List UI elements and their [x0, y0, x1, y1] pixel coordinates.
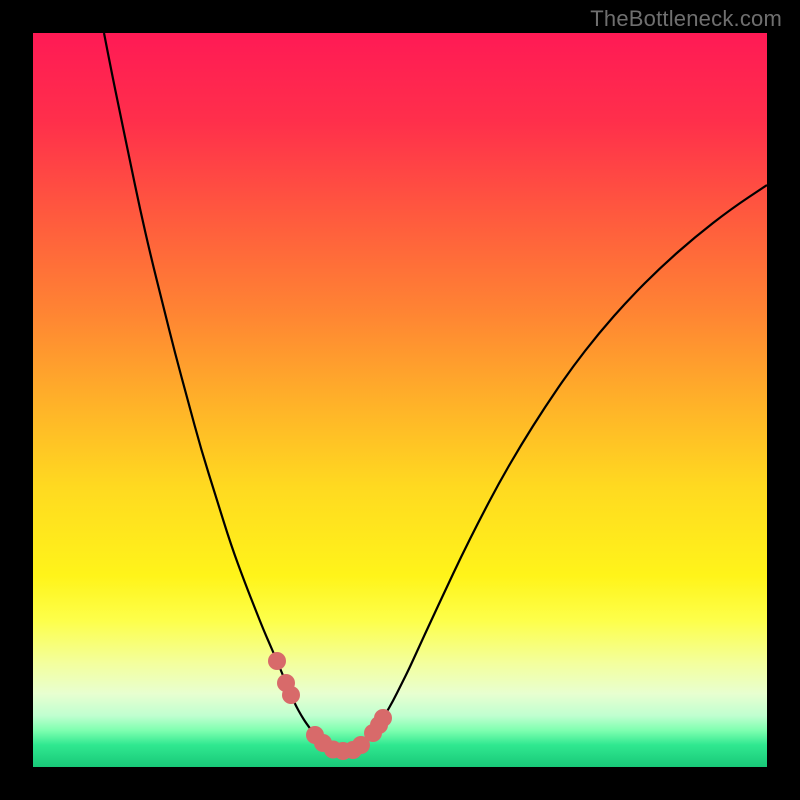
- data-dot: [282, 686, 300, 704]
- chart-svg: [33, 33, 767, 767]
- chart-frame: TheBottleneck.com: [0, 0, 800, 800]
- watermark-text: TheBottleneck.com: [590, 6, 782, 32]
- data-dot: [374, 709, 392, 727]
- chart-background-gradient: [33, 33, 767, 767]
- chart-plot-area: [33, 33, 767, 767]
- data-dot: [268, 652, 286, 670]
